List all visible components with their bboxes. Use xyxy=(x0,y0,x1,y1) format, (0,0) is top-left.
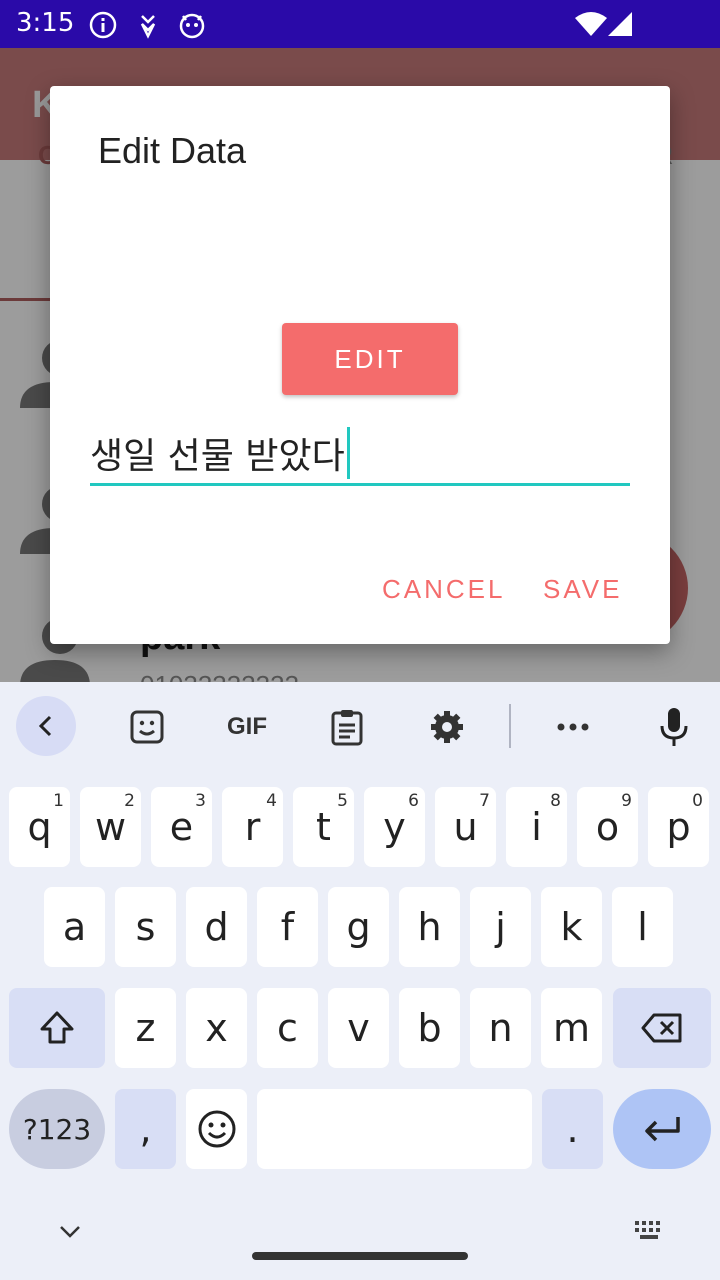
shift-key[interactable] xyxy=(9,988,105,1068)
key-hint: 5 xyxy=(337,791,348,811)
clipboard-icon[interactable] xyxy=(316,696,378,758)
key-e[interactable]: e3 xyxy=(151,787,212,867)
keyboard-toolbar: GIF xyxy=(0,682,720,772)
period-key[interactable]: . xyxy=(542,1089,603,1169)
cancel-button[interactable]: CANCEL xyxy=(382,574,505,605)
memo-input-value: 생일 선물 받았다 xyxy=(90,435,345,477)
key-i[interactable]: i8 xyxy=(506,787,567,867)
status-time: 3:15 xyxy=(16,8,75,38)
key-n[interactable]: n xyxy=(470,988,531,1068)
space-key[interactable] xyxy=(257,1089,532,1169)
key-t[interactable]: t5 xyxy=(293,787,354,867)
key-c[interactable]: c xyxy=(257,988,318,1068)
key-s[interactable]: s xyxy=(115,887,176,967)
key-label: w xyxy=(94,805,127,849)
key-q[interactable]: q1 xyxy=(9,787,70,867)
soft-keyboard: GIF q1w2e3r4t5y6u7i8o9p0 asdfghjkl zxcvb… xyxy=(0,682,720,1280)
more-icon[interactable] xyxy=(542,696,604,758)
key-a[interactable]: a xyxy=(44,887,105,967)
key-f[interactable]: f xyxy=(257,887,318,967)
key-p[interactable]: p0 xyxy=(648,787,709,867)
enter-key[interactable] xyxy=(613,1089,711,1169)
key-hint: 4 xyxy=(266,791,277,811)
home-gesture-bar[interactable] xyxy=(252,1252,468,1260)
key-x[interactable]: x xyxy=(186,988,247,1068)
dialog-title: Edit Data xyxy=(98,130,247,171)
key-m[interactable]: m xyxy=(541,988,602,1068)
key-hint: 0 xyxy=(692,791,703,811)
key-k[interactable]: k xyxy=(541,887,602,967)
key-l[interactable]: l xyxy=(612,887,673,967)
backspace-key[interactable] xyxy=(613,988,711,1068)
key-u[interactable]: u7 xyxy=(435,787,496,867)
text-cursor xyxy=(346,426,350,479)
key-hint: 3 xyxy=(195,791,206,811)
symbols-key[interactable]: ?123 xyxy=(9,1089,105,1169)
download-icon xyxy=(140,15,156,39)
key-label: e xyxy=(169,805,194,849)
keyboard-nav-bar xyxy=(0,1212,720,1280)
key-o[interactable]: o9 xyxy=(577,787,638,867)
key-z[interactable]: z xyxy=(115,988,176,1068)
microphone-icon[interactable] xyxy=(643,696,705,758)
key-label: t xyxy=(316,805,331,849)
key-label: u xyxy=(453,805,478,849)
signal-icon xyxy=(608,12,632,36)
info-icon xyxy=(89,11,117,39)
key-r[interactable]: r4 xyxy=(222,787,283,867)
toolbar-divider xyxy=(509,704,511,748)
keyboard-switch-icon[interactable] xyxy=(634,1220,666,1242)
hide-keyboard-chevron-icon[interactable] xyxy=(58,1224,82,1240)
key-h[interactable]: h xyxy=(399,887,460,967)
memo-input[interactable]: 생일 선물 받았다 xyxy=(90,422,630,486)
key-hint: 8 xyxy=(550,791,561,811)
key-label: r xyxy=(244,805,261,849)
key-d[interactable]: d xyxy=(186,887,247,967)
sticker-icon[interactable] xyxy=(116,696,178,758)
key-label: i xyxy=(531,805,542,849)
edit-button[interactable]: EDIT xyxy=(282,323,458,395)
key-v[interactable]: v xyxy=(328,988,389,1068)
gif-button[interactable]: GIF xyxy=(216,696,278,758)
key-label: q xyxy=(27,805,52,849)
app-notification-icon xyxy=(179,13,205,39)
chevron-left-icon[interactable] xyxy=(16,696,76,756)
settings-gear-icon[interactable] xyxy=(416,696,478,758)
key-label: o xyxy=(595,805,620,849)
key-j[interactable]: j xyxy=(470,887,531,967)
key-hint: 2 xyxy=(124,791,135,811)
key-w[interactable]: w2 xyxy=(80,787,141,867)
key-hint: 7 xyxy=(479,791,490,811)
emoji-key[interactable] xyxy=(186,1089,247,1169)
save-button[interactable]: SAVE xyxy=(543,574,622,605)
tab-indicator xyxy=(0,298,50,301)
key-y[interactable]: y6 xyxy=(364,787,425,867)
key-hint: 9 xyxy=(621,791,632,811)
edit-data-dialog: Edit Data EDIT 생일 선물 받았다 CANCEL SAVE xyxy=(50,86,670,644)
key-label: y xyxy=(383,805,406,849)
key-hint: 1 xyxy=(53,791,64,811)
comma-key[interactable]: , xyxy=(115,1089,176,1169)
key-b[interactable]: b xyxy=(399,988,460,1068)
key-hint: 6 xyxy=(408,791,419,811)
key-g[interactable]: g xyxy=(328,887,389,967)
status-bar: 3:15 xyxy=(0,0,720,48)
wifi-icon xyxy=(575,12,607,36)
key-label: p xyxy=(666,805,691,849)
